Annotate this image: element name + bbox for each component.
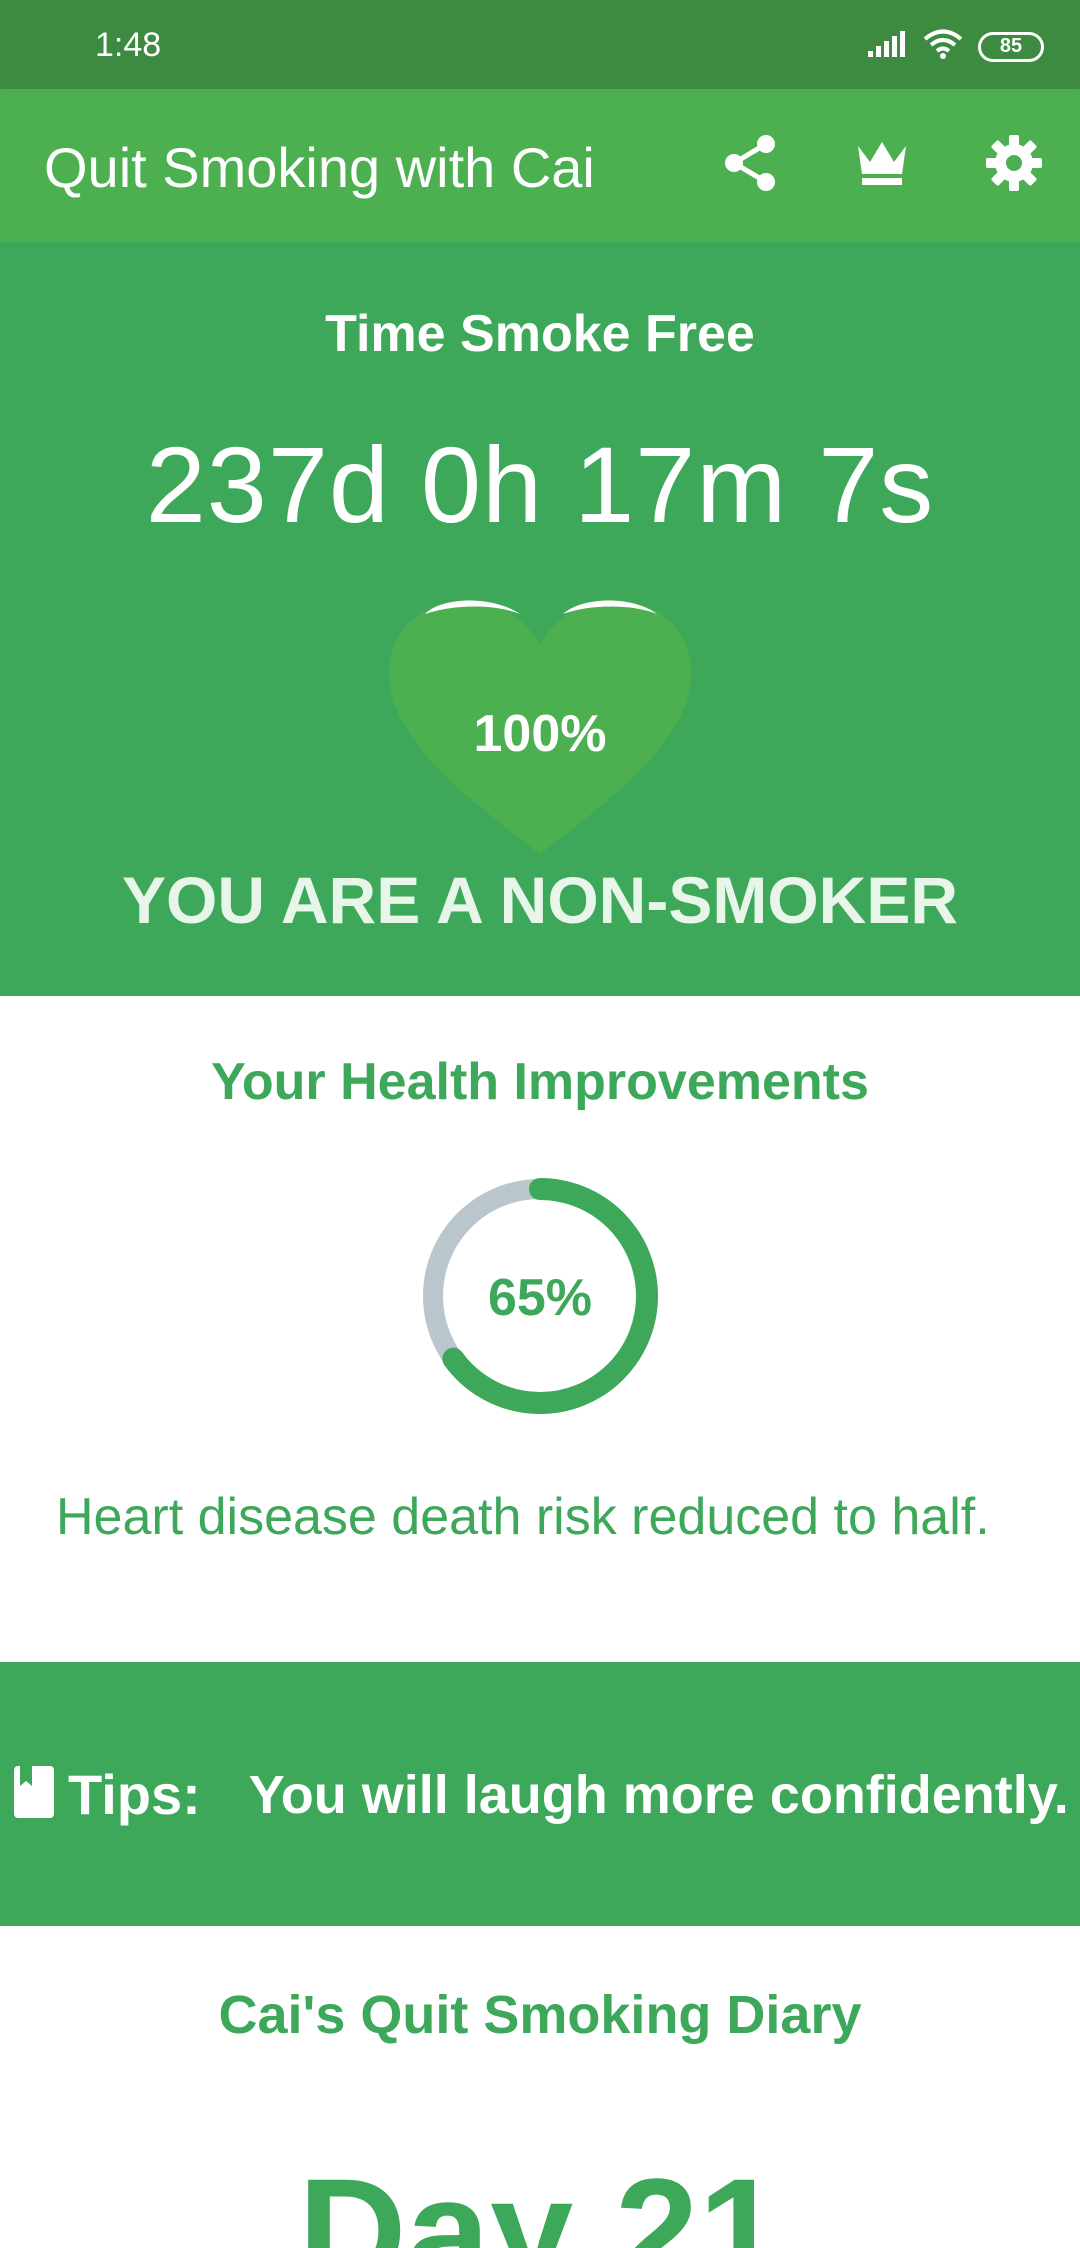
gear-icon[interactable]	[984, 133, 1044, 193]
crown-icon[interactable]	[852, 133, 912, 193]
non-smoker-status: YOU ARE A NON-SMOKER	[121, 863, 959, 937]
health-progress-percent: 65%	[487, 1269, 593, 1327]
wifi-icon	[922, 28, 964, 65]
smoke-free-timer: 237d 0h 17m 7s	[145, 424, 935, 545]
tips-banner[interactable]: Tips: You will laugh more confidently.	[0, 1662, 1080, 1926]
battery-icon: 85	[978, 31, 1044, 62]
status-time: 1:48	[95, 26, 162, 64]
diary-day: Day 21	[298, 2147, 782, 2248]
diary-title: Cai's Quit Smoking Diary	[218, 1985, 862, 2045]
heart-percent: 100%	[473, 705, 607, 763]
tips-row: Tips: You will laugh more confidently.	[12, 1762, 1069, 1827]
health-improvements-title: Your Health Improvements	[211, 1053, 869, 1111]
status-bar: 1:48 85	[0, 0, 1080, 89]
time-smoke-free-heading: Time Smoke Free	[325, 305, 755, 363]
tips-text: You will laugh more confidently.	[248, 1764, 1069, 1825]
heart-progress: 100%	[385, 592, 695, 862]
health-improvements-section: Your Health Improvements 65% Heart disea…	[0, 996, 1080, 1662]
tips-label: Tips:	[68, 1763, 201, 1826]
health-progress-ring[interactable]: 65%	[420, 1176, 660, 1416]
app-actions	[720, 133, 1044, 193]
status-icons: 85	[866, 28, 1044, 65]
app-bar: Quit Smoking with Cai	[0, 89, 1080, 242]
health-improvement-description: Heart disease death risk reduced to half…	[56, 1488, 990, 1546]
smoke-free-section: Time Smoke Free 237d 0h 17m 7s 100% YOU …	[0, 242, 1080, 996]
app-title: Quit Smoking with Cai	[44, 136, 595, 199]
bookmark-book-icon	[12, 1764, 56, 1825]
diary-section: Cai's Quit Smoking Diary Day 21	[0, 1926, 1080, 2248]
share-icon[interactable]	[720, 133, 780, 193]
signal-icon	[866, 29, 908, 64]
